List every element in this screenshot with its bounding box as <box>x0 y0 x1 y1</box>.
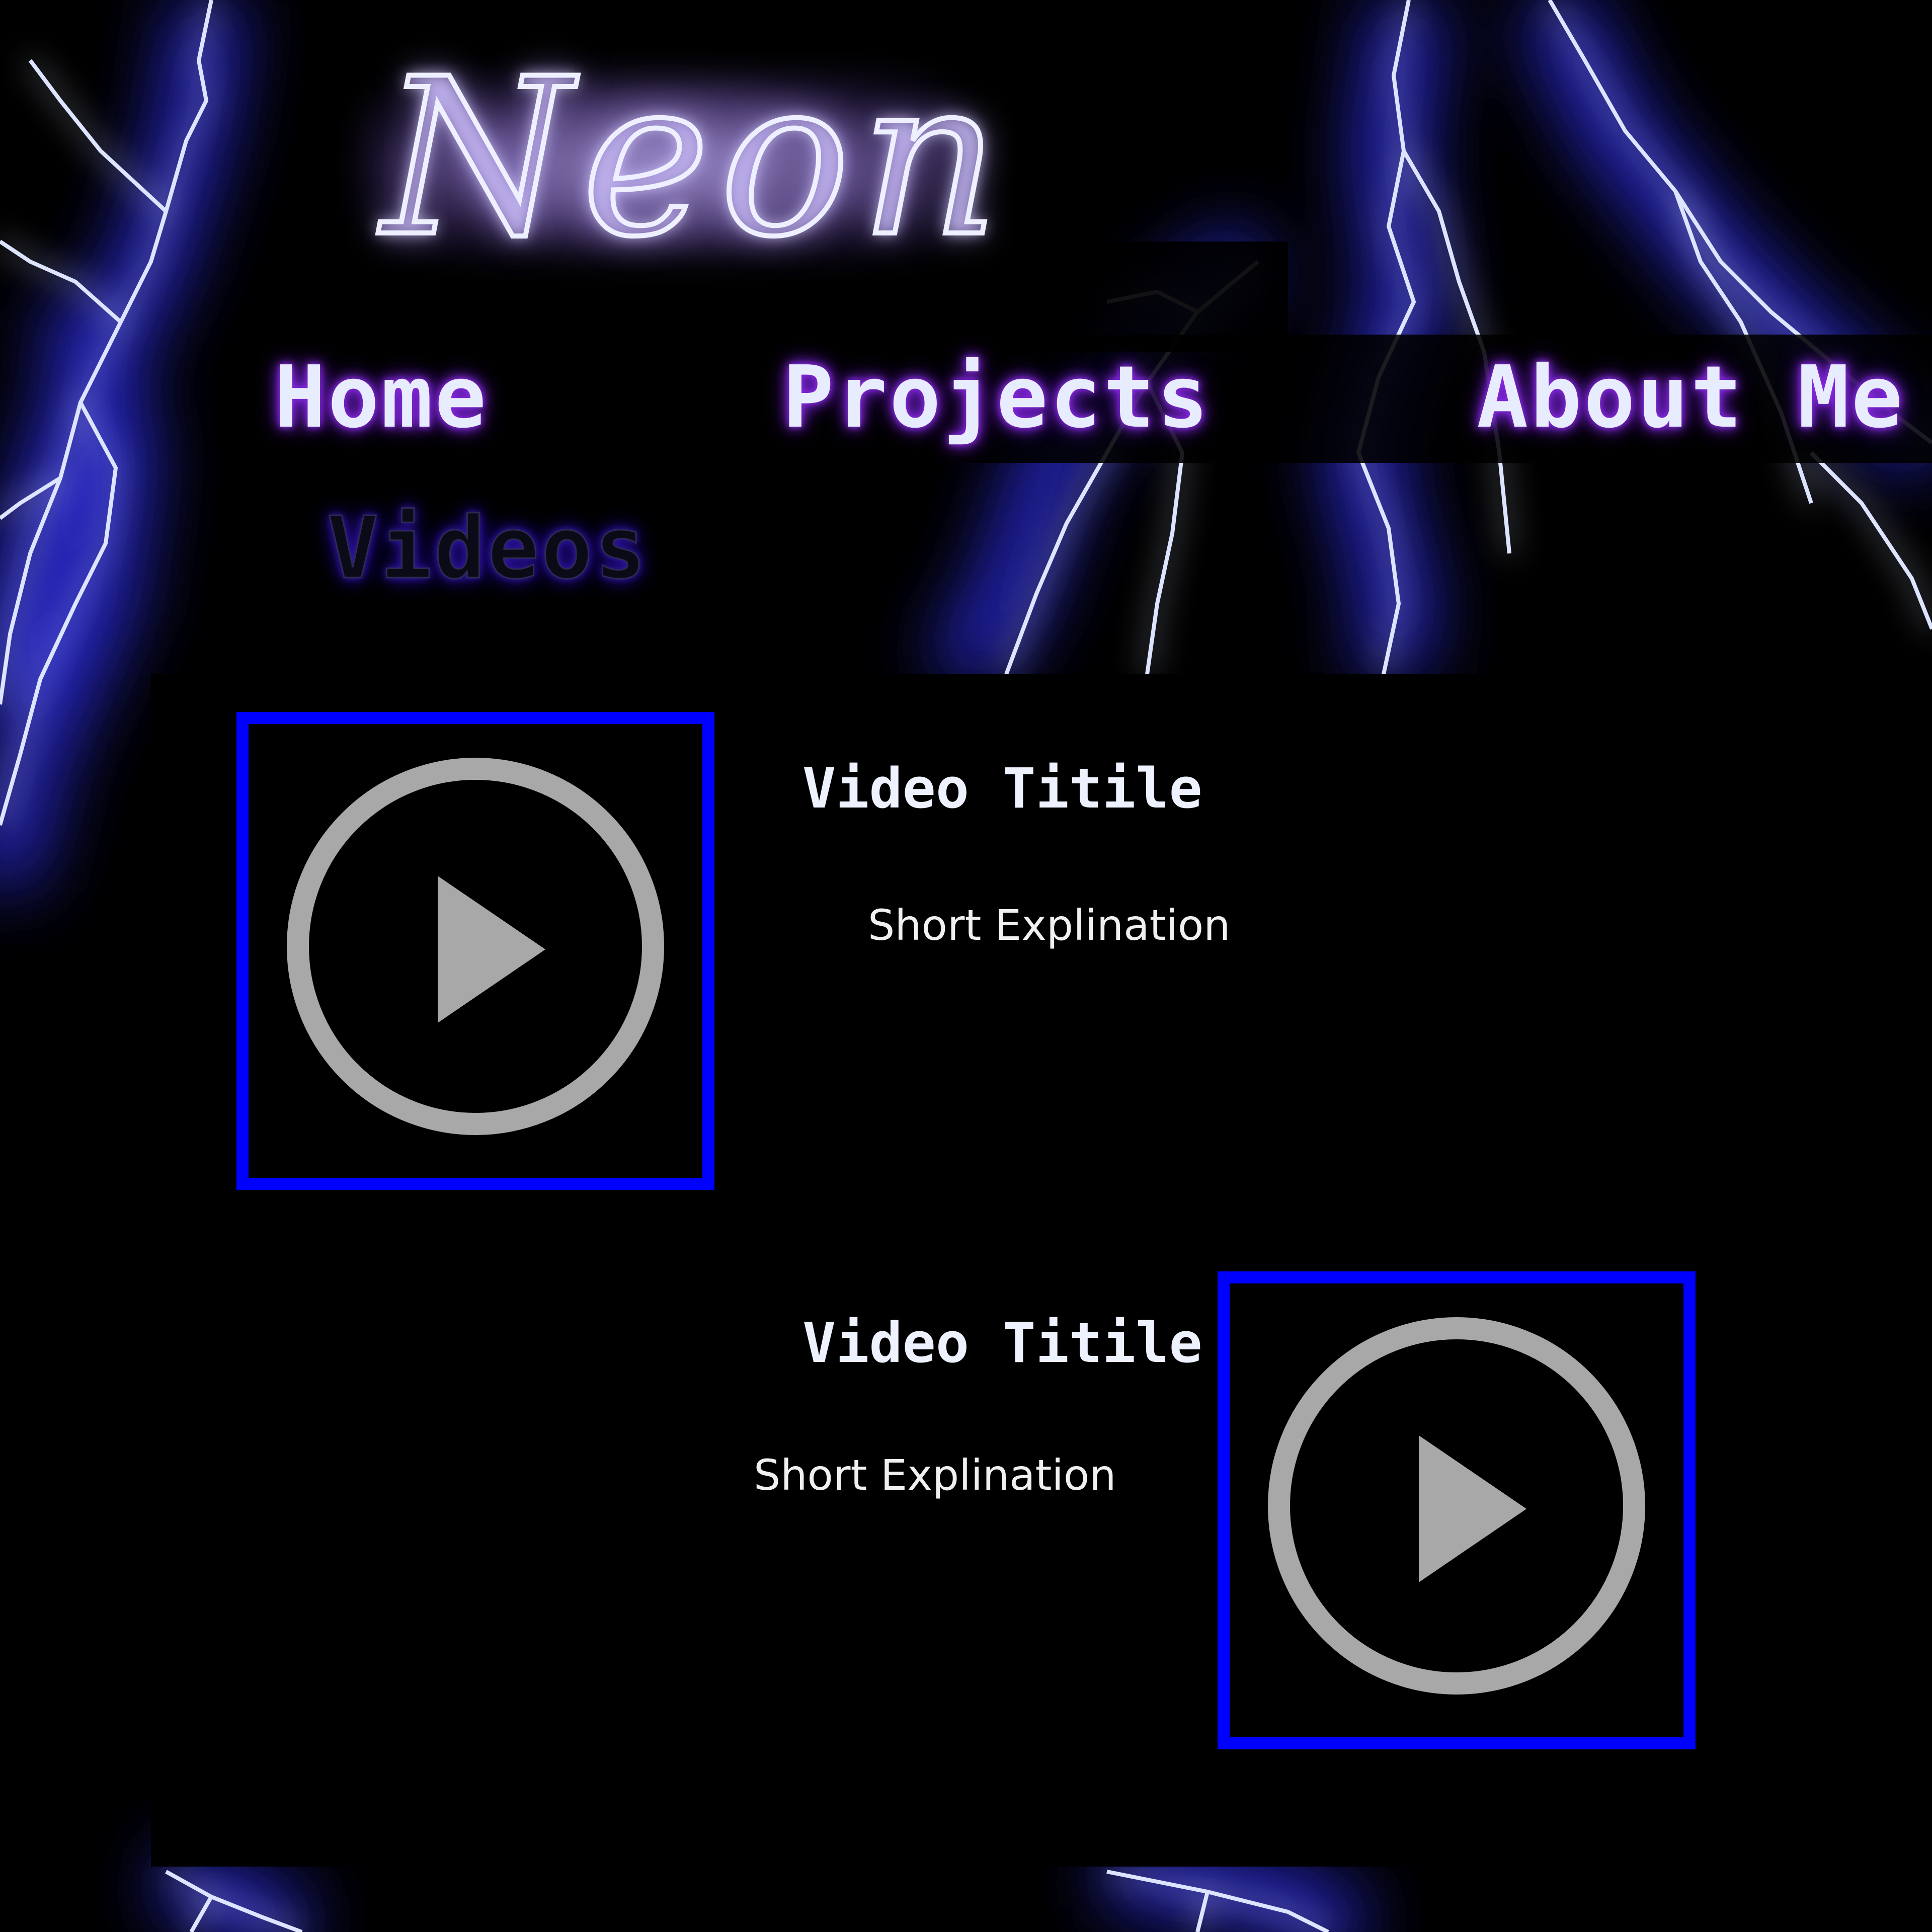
page: Neon Home Projects About Me Videos Video… <box>0 0 1932 1932</box>
video-title[interactable]: Video Titile <box>802 761 1202 816</box>
video-description: Short Explination <box>868 904 1231 946</box>
logo-text: Neon <box>382 50 1010 267</box>
play-circle-icon <box>1230 1283 1683 1737</box>
nav-home[interactable]: Home <box>274 355 488 440</box>
video-description: Short Explination <box>754 1454 1116 1496</box>
play-circle-icon <box>249 724 702 1178</box>
nav-videos[interactable]: Videos <box>327 506 648 591</box>
nav-projects[interactable]: Projects <box>782 355 1211 440</box>
video-thumbnail[interactable] <box>236 712 714 1190</box>
neon-logo[interactable]: Neon <box>322 30 1006 292</box>
video-thumbnail[interactable] <box>1218 1271 1696 1749</box>
video-title[interactable]: Video Titile <box>802 1315 1202 1371</box>
nav-about-me[interactable]: About Me <box>1477 355 1905 440</box>
